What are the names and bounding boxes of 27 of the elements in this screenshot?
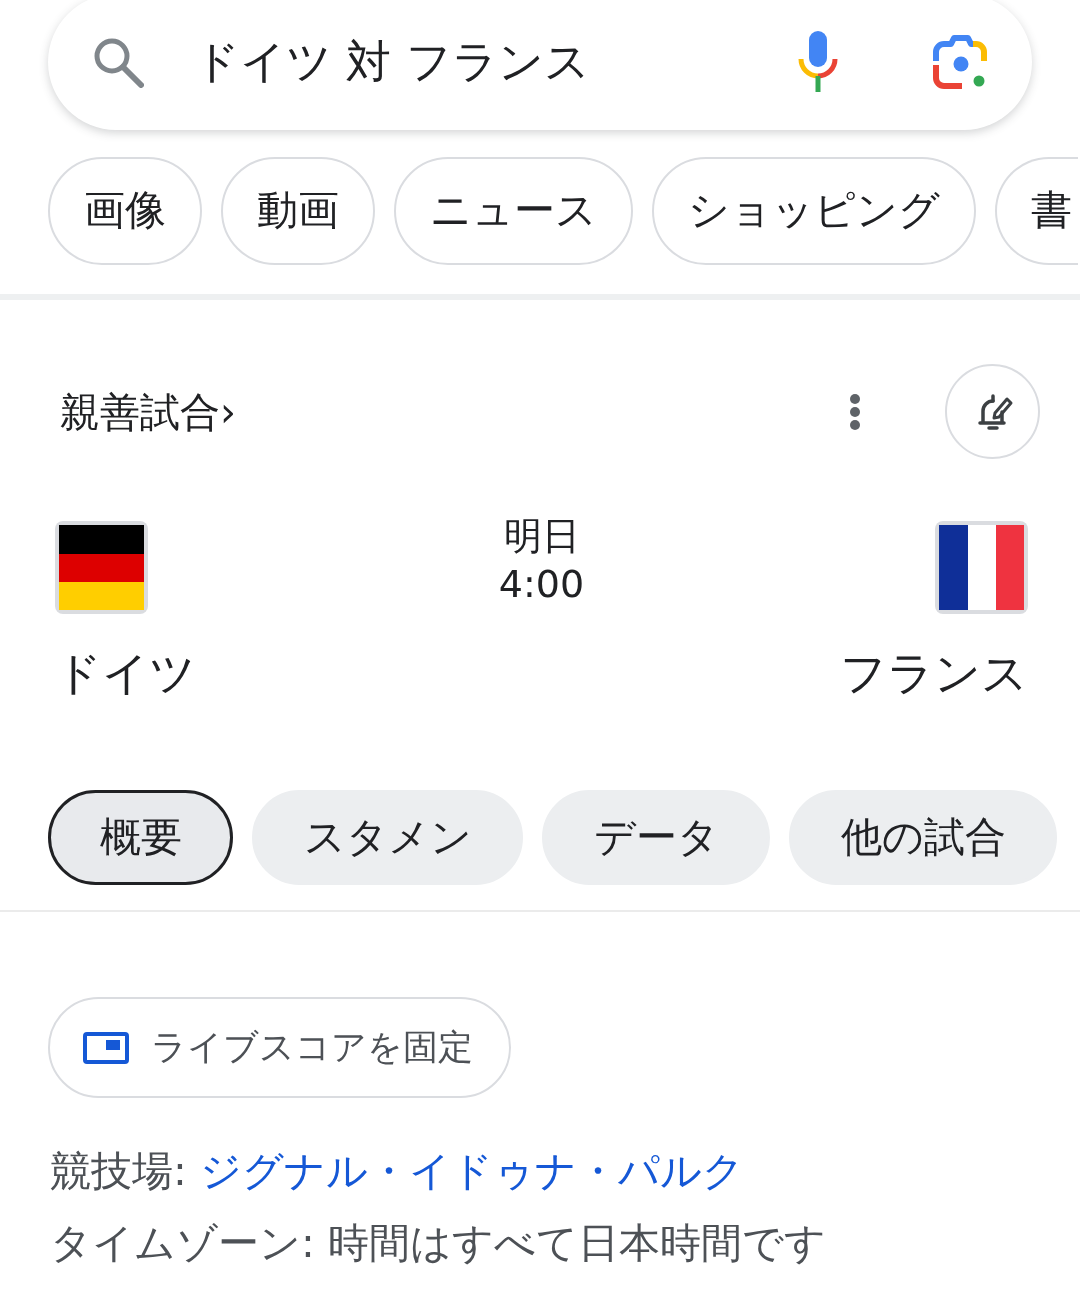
team-name: フランス [840,645,1028,701]
search-field[interactable]: ドイツ 対 フランス [194,28,754,96]
detail-value: 時間はすべて日本時間です [327,1219,826,1267]
tab[interactable]: 概要 [48,790,233,885]
tab[interactable]: 他の試合 [789,790,1057,885]
kickoff-day: 明日 [503,512,580,560]
microphone-icon[interactable] [796,31,840,93]
germany-flag-icon [55,521,148,614]
camera-icon[interactable] [932,34,990,90]
search-icon[interactable] [92,36,144,88]
venue-link[interactable]: ジグナル・イドゥナ・パルク [199,1147,744,1195]
competition-link[interactable]: 親善試合› [60,381,236,442]
more-icon [849,392,861,431]
picture-in-picture-icon [83,1031,129,1064]
filter-chip[interactable]: 書 [995,157,1078,265]
filter-chip[interactable]: ショッピング [652,157,976,265]
france-flag-icon [935,521,1028,614]
tab[interactable]: スタメン [252,790,523,885]
filter-chip[interactable]: ニュース [394,157,633,265]
kickoff-time: 4:00 [498,561,585,608]
filter-chip[interactable]: 動画 [221,157,375,265]
team-name: ドイツ [55,645,196,701]
filter-chip[interactable]: 画像 [48,157,202,265]
detail-label: タイムゾーン: [50,1219,315,1267]
tab[interactable]: データ [542,790,770,885]
detail-label: 競技場: [50,1147,187,1195]
pin-live-score-button[interactable]: ライブスコアを固定 [48,997,511,1098]
